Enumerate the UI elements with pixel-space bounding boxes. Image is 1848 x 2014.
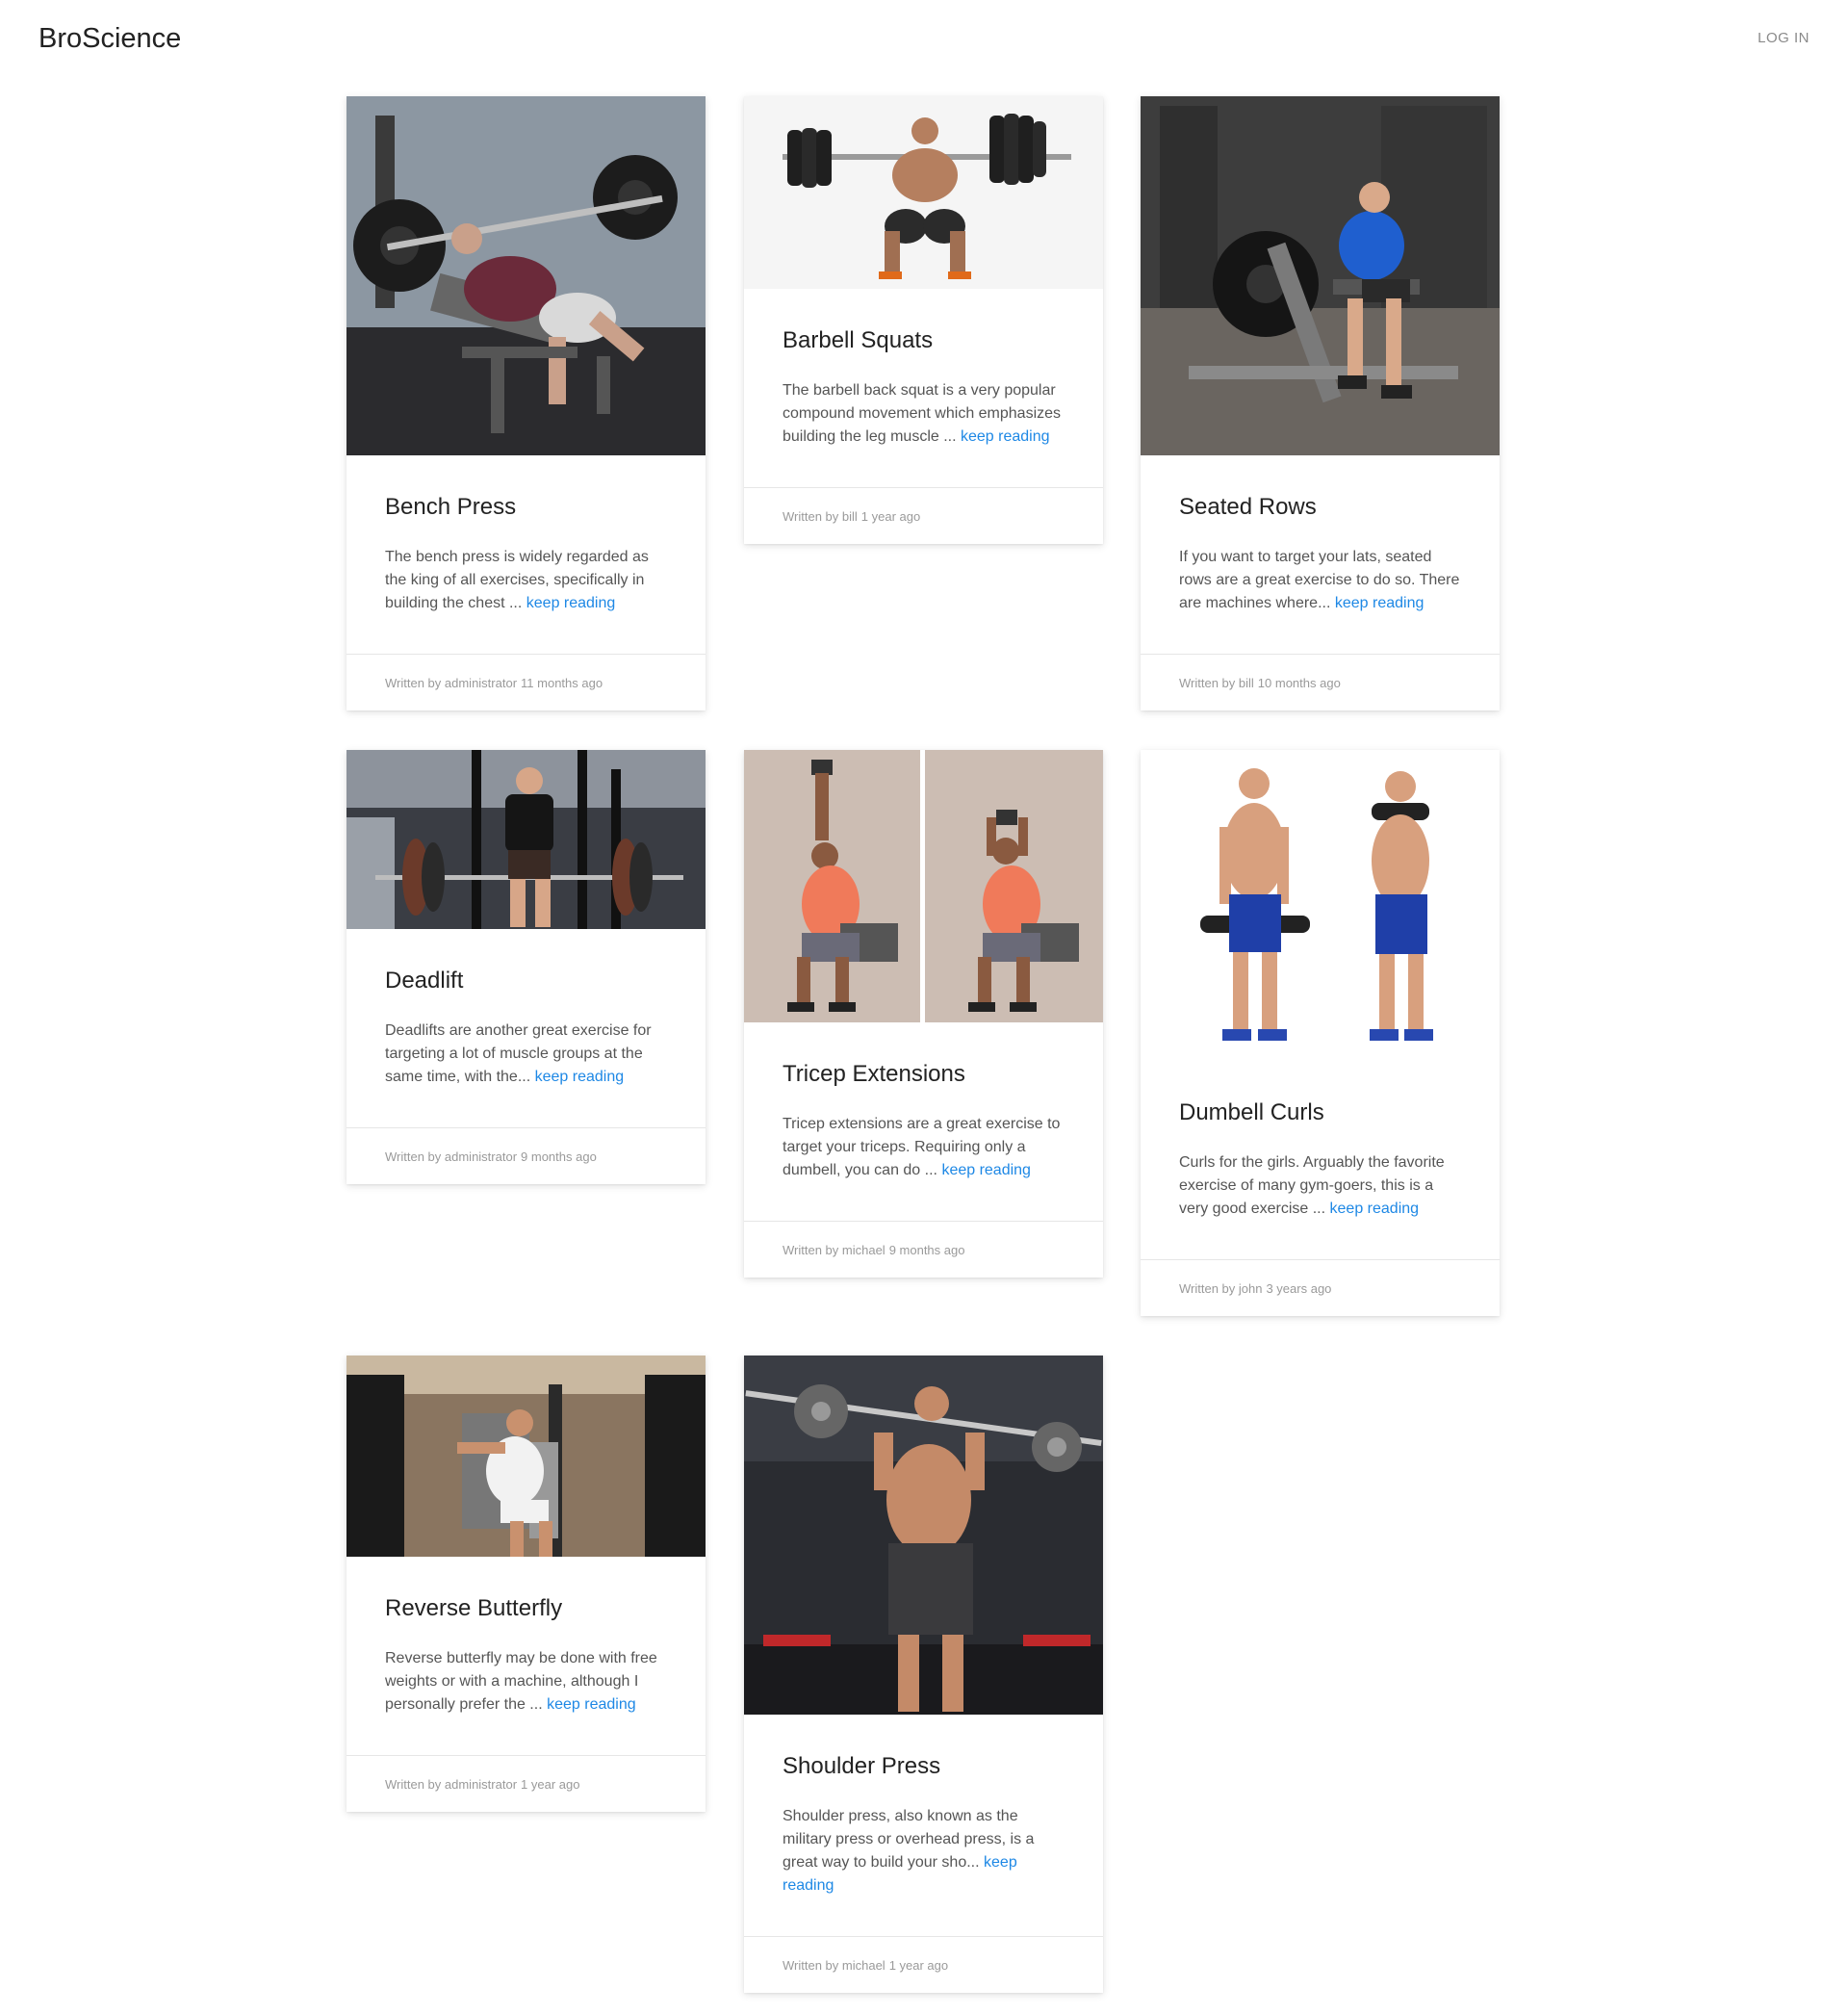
brand-logo-link[interactable]: BroScience — [38, 23, 181, 55]
seated-row-photo — [1141, 96, 1500, 455]
shoulder-press-photo — [744, 1356, 1103, 1715]
tricep-extension-photo — [744, 750, 1103, 1022]
keep-reading-link[interactable]: keep reading — [1330, 1201, 1420, 1217]
card-title[interactable]: Deadlift — [385, 968, 667, 994]
card-excerpt: The bench press is widely regarded as th… — [385, 546, 667, 615]
card-body: Barbell Squats The barbell back squat is… — [744, 289, 1103, 487]
author: Written by bill — [783, 508, 858, 524]
author: Written by michael — [783, 1957, 886, 1973]
dumbbell-curl-photo — [1141, 750, 1500, 1061]
article-card[interactable]: Deadlift Deadlifts are another great exe… — [346, 750, 706, 1184]
keep-reading-link[interactable]: keep reading — [547, 1696, 636, 1713]
card-excerpt: Tricep extensions are a great exercise t… — [783, 1113, 1065, 1182]
top-navbar: BroScience LOG IN — [0, 0, 1848, 77]
author: Written by administrator — [385, 1149, 518, 1164]
card-image[interactable] — [744, 1356, 1103, 1715]
article-card[interactable]: Dumbell Curls Curls for the girls. Argua… — [1141, 750, 1500, 1316]
card-title[interactable]: Barbell Squats — [783, 327, 1065, 354]
card-title[interactable]: Reverse Butterfly — [385, 1595, 667, 1622]
author: Written by administrator — [385, 1776, 518, 1792]
login-link[interactable]: LOG IN — [1758, 30, 1810, 46]
card-image[interactable] — [1141, 750, 1500, 1061]
timestamp: 10 months ago — [1257, 675, 1341, 690]
article-card[interactable]: Tricep Extensions Tricep extensions are … — [744, 750, 1103, 1278]
timestamp: 9 months ago — [888, 1242, 965, 1257]
card-body: Shoulder Press Shoulder press, also know… — [744, 1715, 1103, 1936]
card-excerpt: If you want to target your lats, seated … — [1179, 546, 1461, 615]
card-image[interactable] — [346, 1356, 706, 1557]
card-body: Deadlift Deadlifts are another great exe… — [346, 929, 706, 1127]
card-image[interactable] — [744, 750, 1103, 1022]
card-image[interactable] — [346, 96, 706, 455]
card-footer: Written by administrator 9 months ago — [346, 1127, 706, 1184]
author: Written by bill — [1179, 675, 1254, 690]
card-excerpt: Curls for the girls. Arguably the favori… — [1179, 1151, 1461, 1221]
card-footer: Written by john 3 years ago — [1141, 1259, 1500, 1316]
deadlift-photo — [346, 750, 706, 929]
card-footer: Written by administrator 1 year ago — [346, 1755, 706, 1812]
card-footer: Written by michael 9 months ago — [744, 1221, 1103, 1278]
reverse-butterfly-photo — [346, 1356, 706, 1557]
card-body: Reverse Butterfly Reverse butterfly may … — [346, 1557, 706, 1755]
card-title[interactable]: Bench Press — [385, 494, 667, 521]
card-excerpt: The barbell back squat is a very popular… — [783, 379, 1065, 449]
card-footer: Written by bill 1 year ago — [744, 487, 1103, 544]
timestamp: 11 months ago — [521, 675, 603, 690]
timestamp: 1 year ago — [888, 1957, 949, 1973]
card-image[interactable] — [346, 750, 706, 929]
timestamp: 1 year ago — [860, 508, 921, 524]
card-excerpt: Shoulder press, also known as the milita… — [783, 1805, 1065, 1898]
card-body: Seated Rows If you want to target your l… — [1141, 455, 1500, 654]
card-footer: Written by administrator 11 months ago — [346, 654, 706, 710]
timestamp: 9 months ago — [521, 1149, 597, 1164]
article-card[interactable]: Seated Rows If you want to target your l… — [1141, 96, 1500, 710]
author: Written by michael — [783, 1242, 886, 1257]
article-card[interactable]: Bench Press The bench press is widely re… — [346, 96, 706, 710]
keep-reading-link[interactable]: keep reading — [535, 1069, 625, 1085]
bench-press-photo — [346, 96, 706, 455]
card-excerpt: Reverse butterfly may be done with free … — [385, 1647, 667, 1717]
article-card[interactable]: Barbell Squats The barbell back squat is… — [744, 96, 1103, 544]
card-body: Bench Press The bench press is widely re… — [346, 455, 706, 654]
card-footer: Written by michael 1 year ago — [744, 1936, 1103, 1993]
keep-reading-link[interactable]: keep reading — [526, 595, 616, 611]
card-body: Dumbell Curls Curls for the girls. Argua… — [1141, 1061, 1500, 1259]
barbell-squat-photo — [744, 96, 1103, 289]
keep-reading-link[interactable]: keep reading — [941, 1162, 1031, 1178]
card-title[interactable]: Tricep Extensions — [783, 1061, 1065, 1088]
card-image[interactable] — [744, 96, 1103, 289]
card-footer: Written by bill 10 months ago — [1141, 654, 1500, 710]
card-title[interactable]: Shoulder Press — [783, 1753, 1065, 1780]
timestamp: 3 years ago — [1266, 1280, 1332, 1296]
card-image[interactable] — [1141, 96, 1500, 455]
author: Written by administrator — [385, 675, 518, 690]
author: Written by john — [1179, 1280, 1263, 1296]
card-body: Tricep Extensions Tricep extensions are … — [744, 1022, 1103, 1221]
keep-reading-link[interactable]: keep reading — [961, 428, 1050, 445]
article-card[interactable]: Reverse Butterfly Reverse butterfly may … — [346, 1356, 706, 1812]
card-title[interactable]: Dumbell Curls — [1179, 1099, 1461, 1126]
article-card[interactable]: Shoulder Press Shoulder press, also know… — [744, 1356, 1103, 1993]
keep-reading-link[interactable]: keep reading — [1335, 595, 1424, 611]
timestamp: 1 year ago — [521, 1776, 580, 1792]
card-excerpt: Deadlifts are another great exercise for… — [385, 1020, 667, 1089]
card-title[interactable]: Seated Rows — [1179, 494, 1461, 521]
